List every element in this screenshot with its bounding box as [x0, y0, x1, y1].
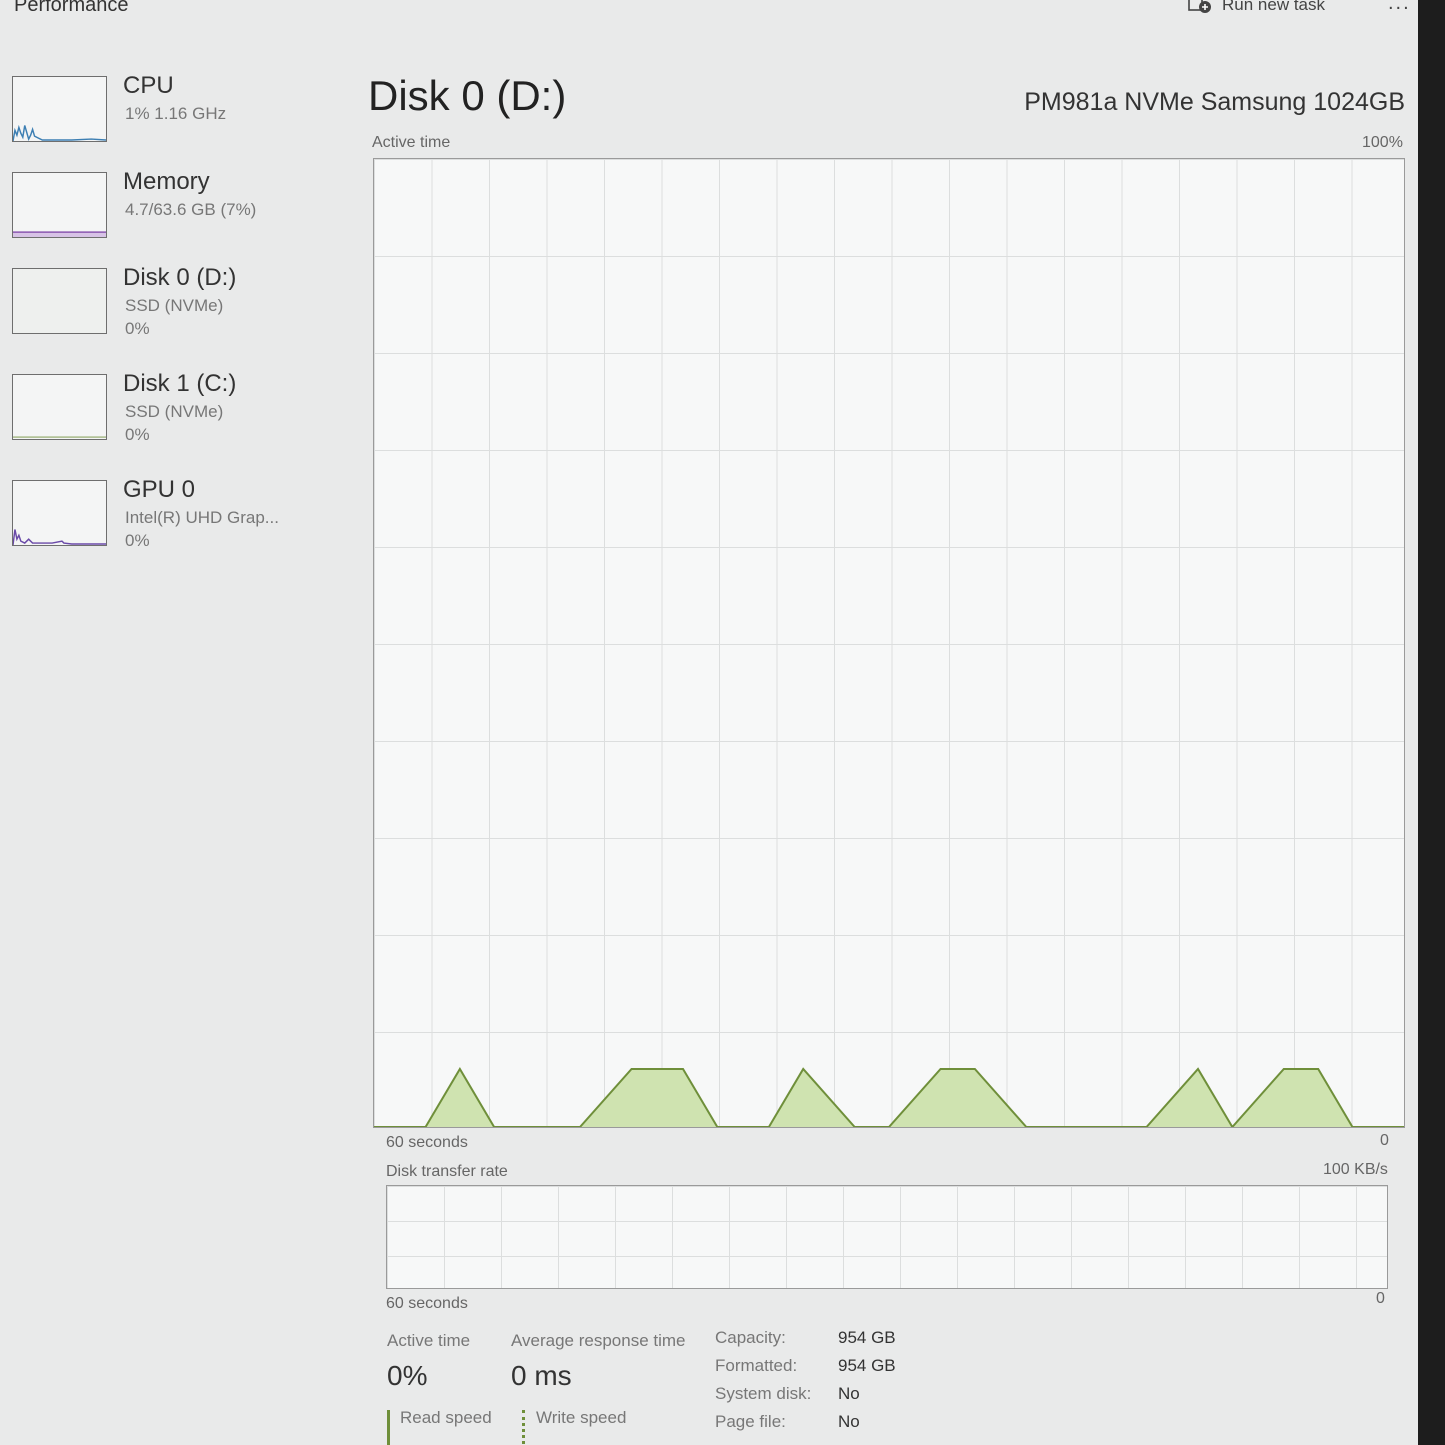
- sidebar-item-usage: 0%: [125, 425, 150, 444]
- active-time-chart: [374, 1066, 1404, 1127]
- transfer-rate-duration-label: 60 seconds: [386, 1295, 468, 1312]
- write-speed-label: Write speed: [536, 1408, 627, 1427]
- top-bar: Performance Run new task ...: [0, 0, 1445, 22]
- graph-grid: [387, 1186, 1387, 1288]
- active-time-max-label: 100%: [1362, 134, 1403, 151]
- sidebar-item-sub: Intel(R) UHD Grap...: [125, 508, 279, 527]
- run-new-task-button[interactable]: Run new task: [1188, 0, 1325, 15]
- read-speed-legend-line: [387, 1410, 390, 1445]
- write-speed-legend-line: [522, 1410, 525, 1445]
- page-title: Performance: [14, 0, 129, 16]
- gpu-0-thumbnail-graph: [12, 480, 107, 546]
- cpu-thumbnail-graph: [12, 76, 107, 142]
- sidebar-item-sub: 4.7/63.6 GB (7%): [125, 200, 257, 219]
- memory-thumbnail-graph: [12, 172, 107, 238]
- property-value: No: [838, 1384, 860, 1403]
- active-time-min-label: 0: [1380, 1132, 1389, 1149]
- window-edge: [1418, 0, 1445, 1445]
- transfer-rate-max-label: 100 KB/s: [1323, 1161, 1388, 1178]
- property-label: Formatted:: [715, 1356, 798, 1375]
- sidebar-item-title: Memory: [123, 168, 210, 195]
- sidebar-item-title: GPU 0: [123, 476, 196, 503]
- avg-response-stat-label: Average response time: [511, 1331, 686, 1350]
- property-label: System disk:: [715, 1384, 812, 1403]
- sidebar-item-cpu[interactable]: CPU 1% 1.16 GHz: [10, 64, 340, 150]
- active-time-stat-value: 0%: [387, 1360, 428, 1391]
- sidebar-item-title: CPU: [123, 72, 174, 99]
- sidebar-item-usage: 0%: [125, 531, 150, 550]
- avg-response-stat-value: 0 ms: [511, 1360, 572, 1391]
- active-time-graph: [373, 158, 1405, 1128]
- run-task-icon: [1188, 0, 1212, 13]
- property-value: No: [838, 1412, 860, 1431]
- property-value: 954 GB: [838, 1356, 896, 1375]
- sidebar-item-title: Disk 0 (D:): [123, 264, 237, 291]
- main-title: Disk 0 (D:): [368, 72, 567, 119]
- property-label: Page file:: [715, 1412, 786, 1431]
- sidebar-item-sub: SSD (NVMe): [125, 402, 224, 421]
- sidebar-item-disk-1[interactable]: Disk 1 (C:) SSD (NVMe) 0%: [10, 362, 340, 448]
- active-time-area: [374, 1068, 1404, 1127]
- disk-model: PM981a NVMe Samsung 1024GB: [1024, 88, 1405, 116]
- sidebar-item-title: Disk 1 (C:): [123, 370, 237, 397]
- sidebar-item-gpu-0[interactable]: GPU 0 Intel(R) UHD Grap... 0%: [10, 468, 340, 554]
- run-task-label: Run new task: [1222, 0, 1325, 14]
- sidebar-item-sub: 1% 1.16 GHz: [125, 104, 227, 123]
- sidebar-item-sub: SSD (NVMe): [125, 296, 224, 315]
- transfer-rate-graph-label: Disk transfer rate: [386, 1163, 508, 1180]
- property-label: Capacity:: [715, 1328, 786, 1347]
- disk-1-thumbnail-graph: [12, 374, 107, 440]
- sidebar-item-usage: 0%: [125, 319, 150, 338]
- sidebar-item-disk-0[interactable]: Disk 0 (D:) SSD (NVMe) 0%: [10, 256, 340, 342]
- sidebar-item-memory[interactable]: Memory 4.7/63.6 GB (7%): [10, 160, 340, 246]
- property-value: 954 GB: [838, 1328, 896, 1347]
- active-time-duration-label: 60 seconds: [386, 1134, 468, 1151]
- transfer-rate-min-label: 0: [1376, 1290, 1385, 1307]
- active-time-graph-label: Active time: [372, 134, 451, 151]
- more-options-button[interactable]: ...: [1388, 0, 1411, 15]
- transfer-rate-graph: [386, 1185, 1388, 1289]
- disk-0-thumbnail-graph: [12, 268, 107, 334]
- read-speed-label: Read speed: [400, 1408, 492, 1427]
- active-time-stat-label: Active time: [387, 1331, 471, 1350]
